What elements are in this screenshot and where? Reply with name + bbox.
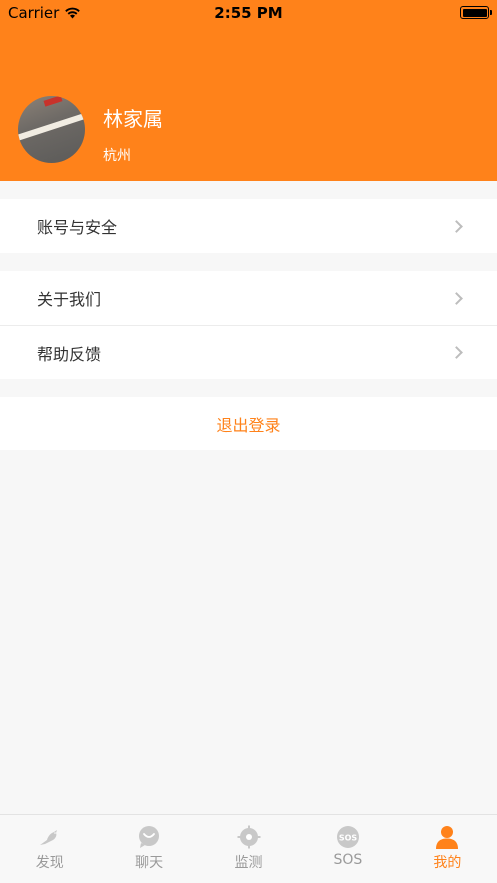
tab-mine[interactable]: 我的 [398, 815, 497, 883]
tab-chat[interactable]: 聊天 [99, 815, 198, 883]
chevron-right-icon [450, 219, 463, 233]
svg-text:SOS: SOS [339, 834, 358, 843]
tab-discover[interactable]: 发现 [0, 815, 99, 883]
battery-icon [460, 6, 492, 19]
tab-sos[interactable]: SOS SOS [298, 815, 397, 883]
menu-item-about-us[interactable]: 关于我们 [0, 271, 497, 325]
menu-item-account-security[interactable]: 账号与安全 [0, 199, 497, 253]
tab-label: 我的 [433, 855, 462, 871]
tab-monitor[interactable]: 监测 [199, 815, 298, 883]
bird-icon [38, 825, 62, 849]
tab-label: 发现 [35, 855, 64, 871]
menu-group-info: 关于我们 帮助反馈 [0, 271, 497, 379]
user-city: 杭州 [103, 148, 131, 164]
tab-label: SOS [333, 852, 363, 868]
user-name: 林家属 [103, 107, 163, 131]
tab-label: 监测 [234, 855, 263, 871]
tab-bar: 发现 聊天 监测 SOS SOS 我的 [0, 814, 497, 883]
status-time: 2:55 PM [214, 4, 283, 22]
chevron-right-icon [450, 346, 463, 359]
tab-label: 聊天 [135, 855, 164, 871]
chevron-right-icon [450, 291, 463, 305]
person-icon [435, 825, 459, 849]
chat-icon [137, 825, 161, 849]
profile-header: Carrier 2:55 PM 林家属 杭州 [0, 0, 497, 181]
menu-item-help-feedback[interactable]: 帮助反馈 [0, 325, 497, 379]
menu-item-label: 帮助反馈 [37, 344, 102, 364]
menu-item-label: 账号与安全 [37, 218, 118, 237]
logout-button[interactable]: 退出登录 [0, 397, 497, 450]
sos-icon: SOS [336, 825, 360, 849]
avatar[interactable] [18, 96, 85, 163]
menu-group-account: 账号与安全 [0, 199, 497, 253]
monitor-icon [237, 825, 261, 849]
menu-item-label: 关于我们 [37, 290, 102, 309]
status-bar: Carrier 2:55 PM [0, 0, 497, 26]
logout-label: 退出登录 [216, 415, 281, 435]
